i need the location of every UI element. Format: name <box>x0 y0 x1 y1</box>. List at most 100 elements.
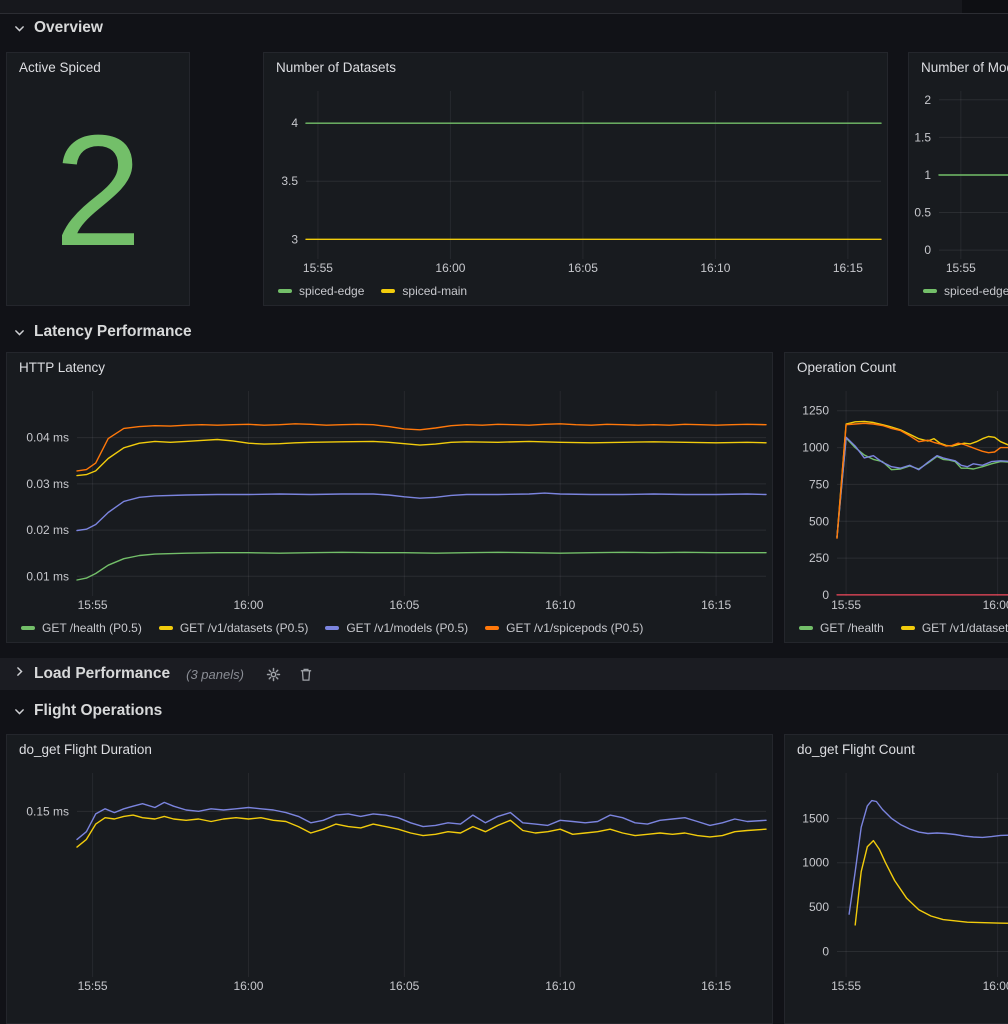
legend-swatch <box>381 289 395 293</box>
x-tick-label: 16:00 <box>233 979 263 993</box>
chart-canvas[interactable]: 15:5516:0016:05025050075010001250 <box>785 381 1008 616</box>
chart-canvas[interactable]: 15:5516:0016:0516:1016:150.01 ms0.02 ms0… <box>7 381 772 616</box>
panel-title[interactable]: Operation Count <box>785 353 1008 375</box>
section-title: Overview <box>34 19 103 37</box>
series-line <box>77 493 766 530</box>
x-tick-label: 16:05 <box>389 598 419 612</box>
legend-swatch <box>799 626 813 630</box>
y-tick-label: 0 <box>822 945 829 959</box>
legend-label: spiced-main <box>402 284 467 298</box>
chart-svg[interactable]: 15:5516:0016:05025050075010001250 <box>785 381 1008 616</box>
chart-canvas[interactable]: 15:5516:0016:05050010001500 <box>785 763 1008 997</box>
y-tick-label: 0 <box>822 588 829 602</box>
legend-item[interactable]: GET /health <box>799 621 884 635</box>
chevron-down-icon <box>13 326 26 339</box>
y-tick-label: 0 <box>924 243 931 257</box>
legend-item[interactable]: GET /v1/spicepods (P0.5) <box>485 621 643 635</box>
legend-item[interactable]: GET /v1/datasets <box>901 621 1008 635</box>
panel-title[interactable]: Number of Datasets <box>264 53 887 75</box>
chart-svg[interactable]: 15:5516:0016:0516:1016:1533.54 <box>264 81 887 279</box>
y-tick-label: 500 <box>809 514 829 528</box>
panel-title[interactable]: do_get Flight Count <box>785 735 1008 757</box>
y-tick-label: 0.5 <box>914 206 931 220</box>
legend-swatch <box>21 626 35 630</box>
chart-legend: GET /healthGET /v1/datasetsGET /v1/model… <box>786 616 1008 640</box>
y-tick-label: 3 <box>291 232 298 246</box>
legend-label: spiced-edge <box>299 284 364 298</box>
x-tick-label: 16:00 <box>983 598 1008 612</box>
legend-swatch <box>485 626 499 630</box>
section-header-overview[interactable]: Overview <box>13 13 103 43</box>
panel-title[interactable]: HTTP Latency <box>7 353 772 375</box>
y-tick-label: 750 <box>809 477 829 491</box>
x-tick-label: 15:55 <box>831 979 861 993</box>
x-tick-label: 15:55 <box>78 598 108 612</box>
trash-icon[interactable] <box>299 667 313 682</box>
chevron-right-icon <box>13 665 26 683</box>
legend-label: GET /v1/models (P0.5) <box>346 621 468 635</box>
x-tick-label: 16:05 <box>389 979 419 993</box>
chart-canvas[interactable]: 15:5500.511.52 <box>909 81 1008 279</box>
y-tick-label: 1.5 <box>914 130 931 144</box>
chart-legend: GET /health (P0.5) GET /v1/datasets (P0.5… <box>8 616 771 640</box>
y-tick-label: 1500 <box>802 811 829 825</box>
chart-svg[interactable]: 15:5516:0016:05050010001500 <box>785 763 1008 997</box>
legend-item[interactable]: GET /health (P0.5) <box>21 621 142 635</box>
series-line <box>849 801 1008 915</box>
x-tick-label: 15:55 <box>78 979 108 993</box>
section-header-load-performance[interactable]: Load Performance (3 panels) <box>0 658 1008 690</box>
panel-active-spiced: Active Spiced 2 <box>6 52 190 306</box>
chart-canvas[interactable]: 15:5516:0016:0516:1016:150.15 ms <box>7 763 772 997</box>
legend-item[interactable]: spiced-edge <box>923 284 1008 298</box>
x-tick-label: 16:00 <box>233 598 263 612</box>
panel-number-of-datasets: Number of Datasets 15:5516:0016:0516:101… <box>263 52 888 306</box>
active-spiced-value: 2 <box>7 77 189 305</box>
panel-title[interactable]: Active Spiced <box>7 53 189 75</box>
legend-swatch <box>159 626 173 630</box>
legend-swatch <box>901 626 915 630</box>
x-tick-label: 16:15 <box>701 598 731 612</box>
legend-swatch <box>923 289 937 293</box>
top-toolbar <box>0 0 1008 14</box>
chart-legend: spiced-edge spiced-main <box>265 279 886 303</box>
chart-svg[interactable]: 15:5516:0016:0516:1016:150.15 ms <box>7 763 772 997</box>
x-tick-label: 15:55 <box>303 261 333 275</box>
panel-operation-count: Operation Count 15:5516:0016:05025050075… <box>784 352 1008 643</box>
legend-label: GET /v1/datasets <box>922 621 1008 635</box>
y-tick-label: 1000 <box>802 441 829 455</box>
y-tick-label: 3.5 <box>281 174 298 188</box>
legend-label: spiced-edge <box>944 284 1008 298</box>
section-header-flight-operations[interactable]: Flight Operations <box>13 696 162 726</box>
panel-title[interactable]: do_get Flight Duration <box>7 735 772 757</box>
y-tick-label: 500 <box>809 900 829 914</box>
chart-svg[interactable]: 15:5500.511.52 <box>909 81 1008 279</box>
x-tick-label: 16:00 <box>983 979 1008 993</box>
legend-item[interactable]: spiced-main <box>381 284 467 298</box>
chart-legend: spiced-edge <box>910 279 1008 303</box>
chart-svg[interactable]: 15:5516:0016:0516:1016:150.01 ms0.02 ms0… <box>7 381 772 616</box>
series-line <box>77 424 766 471</box>
legend-label: GET /v1/spicepods (P0.5) <box>506 621 643 635</box>
y-tick-label: 0.02 ms <box>26 523 69 537</box>
y-tick-label: 0.04 ms <box>26 431 69 445</box>
panel-do-get-flight-duration: do_get Flight Duration 15:55 16:00 16:05 16… <box>6 734 773 1024</box>
panel-title[interactable]: Number of Models <box>909 53 1008 75</box>
legend-label: GET /health <box>820 621 884 635</box>
x-tick-label: 16:05 <box>568 261 598 275</box>
chart-canvas[interactable]: 15:5516:0016:0516:1016:1533.54 <box>264 81 887 279</box>
y-tick-label: 1250 <box>802 404 829 418</box>
section-header-latency-performance[interactable]: Latency Performance <box>13 317 192 347</box>
x-tick-label: 16:10 <box>545 979 575 993</box>
gear-icon[interactable] <box>266 667 281 682</box>
x-tick-label: 16:10 <box>700 261 730 275</box>
panel-http-latency: HTTP Latency 15:5516:0016:0516:1016:150.… <box>6 352 773 643</box>
series-line <box>837 437 1008 537</box>
top-toolbar-dark-segment <box>962 0 1008 13</box>
legend-item[interactable]: spiced-edge <box>278 284 364 298</box>
section-title: Flight Operations <box>34 702 162 720</box>
legend-item[interactable]: GET /v1/models (P0.5) <box>325 621 468 635</box>
legend-label: GET /health (P0.5) <box>42 621 142 635</box>
y-tick-label: 4 <box>291 116 298 130</box>
chevron-down-icon <box>13 22 26 35</box>
legend-item[interactable]: GET /v1/datasets (P0.5) <box>159 621 309 635</box>
